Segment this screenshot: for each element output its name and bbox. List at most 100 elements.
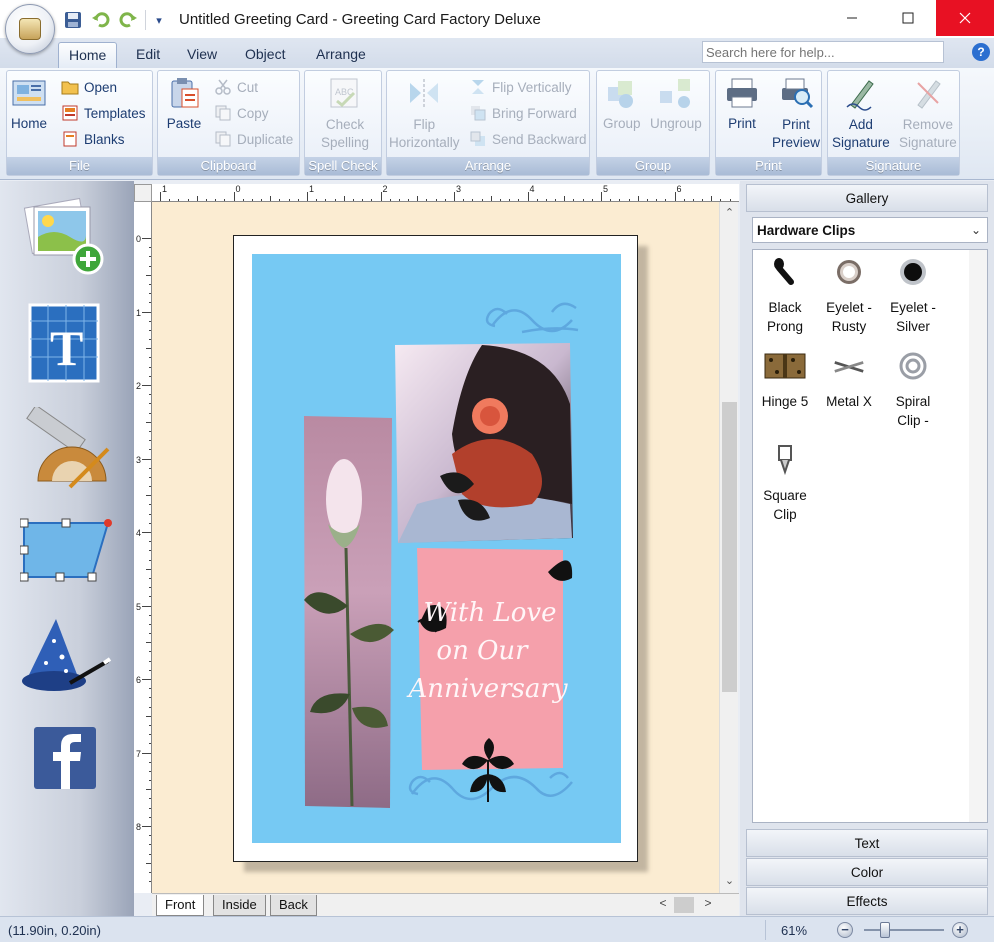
vertical-scroll-thumb[interactable] (722, 402, 737, 692)
ruler-tick (142, 752, 151, 754)
customize-quick-access-icon[interactable]: ▾ (152, 9, 166, 31)
tab-view[interactable]: View (177, 42, 227, 68)
close-icon[interactable] (936, 0, 994, 36)
arrange-group: Flip Horizontally Flip Vertically Bring … (386, 70, 590, 176)
tab-arrange[interactable]: Arrange (306, 42, 376, 68)
wizard-hat-icon[interactable] (20, 611, 112, 703)
gallery-item-metal-x[interactable]: Metal X (817, 350, 881, 411)
tab-object[interactable]: Object (235, 42, 295, 68)
gallery-list[interactable]: Black Prong Eyelet - Rusty Eyelet - Silv… (752, 249, 988, 823)
pink-rose-photo[interactable] (304, 416, 394, 808)
open-button[interactable]: Open (61, 76, 117, 98)
add-signature-icon (846, 80, 874, 111)
copy-label: Copy (237, 105, 269, 121)
horizontal-scroll-thumb[interactable] (674, 897, 694, 913)
check-spelling-label-1: Check (325, 117, 365, 132)
ungroup-button[interactable]: Ungroup (650, 75, 702, 131)
gallery-scrollbar[interactable] (969, 250, 987, 822)
gallery-item-black-prong[interactable]: Black Prong (753, 256, 817, 336)
gallery-panel-header[interactable]: Gallery (746, 184, 988, 212)
gallery-item-hinge-5[interactable]: Hinge 5 (753, 350, 817, 411)
shape-edit-icon[interactable] (19, 511, 112, 603)
add-signature-button[interactable]: Add Signature (832, 75, 890, 152)
ruler-tick (380, 192, 382, 201)
scroll-down-arrow-icon[interactable]: ⌄ (720, 872, 739, 890)
check-spelling-button[interactable]: ABC Check Spelling (321, 75, 369, 152)
flip-vertically-button[interactable]: Flip Vertically (469, 76, 572, 98)
app-menu-button[interactable] (5, 4, 55, 54)
zoom-slider-thumb[interactable] (880, 922, 890, 938)
gallery-item-square-clip[interactable]: Square Clip (753, 444, 817, 524)
scroll-right-arrow-icon[interactable]: > (700, 896, 716, 914)
blanks-button[interactable]: Blanks (61, 128, 125, 150)
undo-icon[interactable] (90, 9, 112, 31)
vertical-ruler: 0123456789 (134, 202, 152, 893)
card-message-line-1[interactable]: With Love (423, 598, 556, 628)
effects-panel-header[interactable]: Effects (746, 887, 988, 915)
copy-icon (215, 105, 231, 121)
zoom-in-icon[interactable]: + (952, 922, 968, 938)
gallery-item-eyelet-rusty[interactable]: Eyelet - Rusty (817, 256, 881, 336)
facebook-icon[interactable] (20, 721, 112, 813)
printer-icon (727, 78, 757, 108)
ruler-number: 5 (603, 184, 609, 194)
print-button[interactable]: Print (724, 75, 760, 131)
remove-signature-icon (917, 80, 941, 109)
help-icon[interactable]: ? (972, 43, 990, 61)
help-search-input[interactable] (702, 41, 944, 63)
send-backward-button[interactable]: Send Backward (469, 128, 587, 150)
page-tab-front[interactable]: Front (156, 895, 205, 916)
templates-button[interactable]: Templates (61, 102, 146, 124)
card-background[interactable]: With Love on Our Anniversary (252, 254, 621, 843)
card-artwork[interactable]: With Love on Our Anniversary (252, 254, 621, 843)
paste-button[interactable]: Paste (166, 75, 202, 131)
save-icon[interactable] (62, 9, 84, 31)
clipboard-group: Paste Cut Copy Duplicate Clipboard (157, 70, 300, 176)
scroll-up-arrow-icon[interactable]: ⌃ (720, 204, 739, 222)
group-button[interactable]: Group (603, 75, 641, 131)
title-bar: ▾ Untitled Greeting Card - Greeting Card… (0, 0, 994, 38)
tab-home[interactable]: Home (58, 42, 118, 68)
bring-forward-label: Bring Forward (492, 105, 577, 121)
maximize-icon[interactable] (880, 0, 936, 36)
gallery-item-eyelet-silver[interactable]: Eyelet - Silver (881, 256, 945, 336)
ruler-number: 1 (162, 184, 168, 194)
duplicate-button[interactable]: Duplicate (214, 128, 293, 150)
flip-vertically-label: Flip Vertically (492, 79, 572, 95)
add-image-icon[interactable] (20, 193, 112, 285)
flip-horizontally-button[interactable]: Flip Horizontally (389, 75, 460, 152)
design-canvas[interactable]: With Love on Our Anniversary (152, 202, 719, 893)
page-tab-inside[interactable]: Inside (213, 895, 266, 916)
home-icon (12, 80, 46, 106)
scroll-left-arrow-icon[interactable]: < (655, 896, 671, 914)
zoom-out-icon[interactable]: − (837, 922, 853, 938)
card-message-line-3[interactable]: Anniversary (406, 674, 567, 704)
remove-signature-button[interactable]: Remove Signature (899, 75, 957, 152)
minimize-icon[interactable] (824, 0, 880, 36)
color-panel-header[interactable]: Color (746, 858, 988, 886)
paste-icon (171, 78, 199, 108)
tab-edit[interactable]: Edit (126, 42, 170, 68)
page-tab-back[interactable]: Back (270, 895, 317, 916)
text-panel-header[interactable]: Text (746, 829, 988, 857)
ruler-protractor-icon[interactable] (20, 404, 112, 499)
flip-horizontally-label-2: Horizontally (389, 135, 460, 150)
canvas-vertical-scrollbar[interactable]: ⌃ ⌄ (719, 202, 738, 893)
copy-button[interactable]: Copy (214, 102, 269, 124)
group-icon (607, 81, 633, 108)
greeting-card-page[interactable]: With Love on Our Anniversary (233, 235, 638, 862)
spell-check-group: ABC Check Spelling Spell Check (304, 70, 382, 176)
cut-button[interactable]: Cut (214, 76, 258, 98)
home-button[interactable]: Home (11, 75, 47, 131)
redo-icon[interactable] (117, 9, 139, 31)
rose-hands-photo[interactable] (395, 343, 573, 543)
card-message-line-2[interactable]: on Our (436, 636, 529, 666)
gallery-item-spiral-clip[interactable]: Spiral Clip - (881, 350, 945, 430)
ruler-tick (142, 311, 151, 313)
gallery-category-select[interactable]: Hardware Clips ⌄ (752, 217, 988, 243)
bring-forward-button[interactable]: Bring Forward (469, 102, 577, 124)
add-text-icon[interactable]: T (20, 299, 112, 391)
ruler-corner[interactable] (134, 184, 152, 202)
print-preview-button[interactable]: Print Preview (772, 75, 820, 152)
zoom-slider-track[interactable] (864, 929, 944, 931)
